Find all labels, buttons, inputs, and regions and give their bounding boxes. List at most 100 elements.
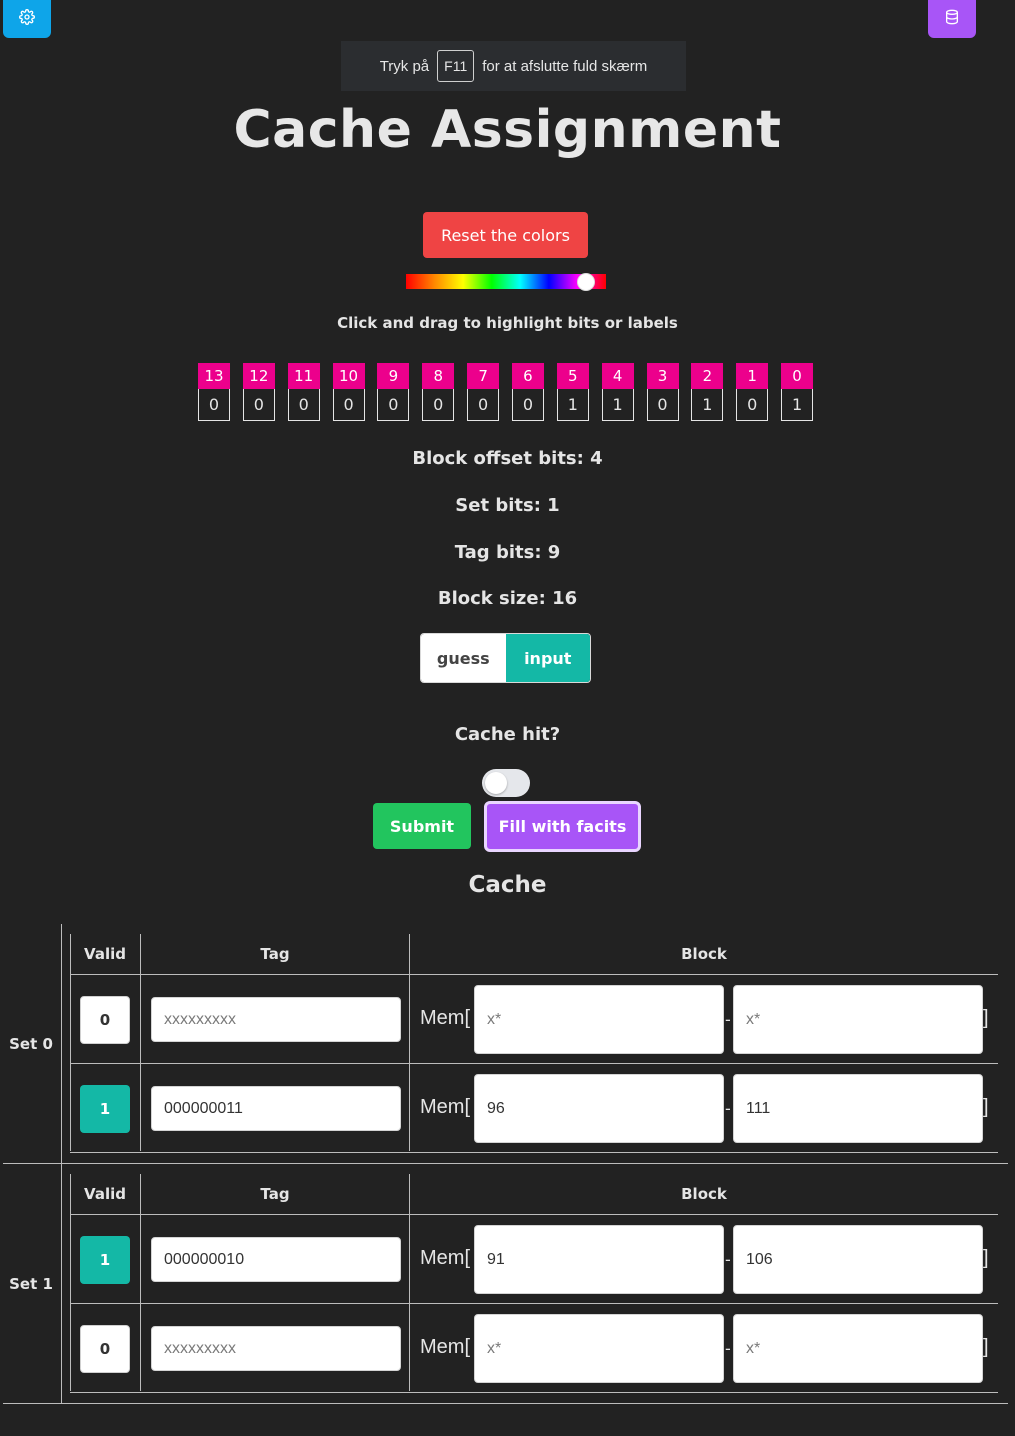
hue-slider-thumb[interactable] xyxy=(577,273,595,291)
block-start-input[interactable] xyxy=(474,985,724,1054)
table-bottom xyxy=(3,1403,1008,1404)
cache-hit-toggle[interactable] xyxy=(482,769,530,797)
row-divider xyxy=(70,1392,998,1393)
bit-index-label[interactable]: 8 xyxy=(422,363,455,389)
bit-index-label[interactable]: 6 xyxy=(511,363,544,389)
fullscreen-notice: Tryk på F11 for at afslutte fuld skærm xyxy=(341,41,686,91)
column-divider xyxy=(409,1174,410,1391)
bit-column[interactable]: 21 xyxy=(691,363,724,421)
bit-column[interactable]: 60 xyxy=(511,363,544,421)
block-end-input[interactable] xyxy=(733,985,983,1054)
block-end-input[interactable] xyxy=(733,1314,983,1383)
bit-index-label[interactable]: 12 xyxy=(242,363,275,389)
bit-value[interactable]: 0 xyxy=(198,389,230,421)
block-start-input[interactable] xyxy=(474,1225,724,1294)
bit-value[interactable]: 1 xyxy=(781,389,814,421)
mode-toggle: guess input xyxy=(420,633,591,683)
reset-colors-button[interactable]: Reset the colors xyxy=(423,212,588,258)
bit-column[interactable]: 12 0 xyxy=(242,363,275,421)
column-divider xyxy=(70,1174,71,1391)
block-start-input[interactable] xyxy=(474,1314,724,1383)
mem-suffix: ] xyxy=(983,1336,989,1358)
bit-index-label[interactable]: 0 xyxy=(781,363,814,389)
bit-column[interactable]: 80 xyxy=(422,363,455,421)
submit-button[interactable]: Submit xyxy=(373,803,471,849)
set-label: Set 0 xyxy=(9,1035,53,1053)
mem-dash: - xyxy=(725,1250,731,1269)
row-divider xyxy=(70,1152,998,1153)
valid-bit-button[interactable]: 1 xyxy=(80,1236,130,1284)
block-offset-bits: Block offset bits: 4 xyxy=(412,448,603,469)
gear-icon xyxy=(19,9,35,29)
bit-value[interactable]: 1 xyxy=(601,389,634,421)
tag-input[interactable] xyxy=(151,1237,401,1282)
hue-slider[interactable] xyxy=(406,273,606,291)
bit-index-label[interactable]: 13 xyxy=(198,363,230,389)
bit-column[interactable]: 11 0 xyxy=(287,363,320,421)
bit-column[interactable]: 30 xyxy=(646,363,679,421)
mem-suffix: ] xyxy=(983,1247,989,1269)
f11-key: F11 xyxy=(437,50,475,82)
settings-button[interactable] xyxy=(3,0,51,38)
bit-value[interactable]: 0 xyxy=(287,389,320,421)
bit-column[interactable]: 10 0 xyxy=(332,363,365,421)
bit-value[interactable]: 0 xyxy=(646,389,679,421)
bit-index-label[interactable]: 5 xyxy=(556,363,589,389)
bit-column[interactable]: 10 xyxy=(736,363,769,421)
mode-guess-button[interactable]: guess xyxy=(421,634,506,682)
bit-value[interactable]: 0 xyxy=(377,389,410,421)
mem-prefix: Mem[ xyxy=(420,1007,470,1029)
cache-title: Cache xyxy=(468,872,547,898)
bit-column[interactable]: 70 xyxy=(467,363,500,421)
tag-input[interactable] xyxy=(151,1086,401,1131)
bit-column[interactable]: 01 xyxy=(781,363,814,421)
bit-column[interactable]: 41 xyxy=(601,363,634,421)
block-start-input[interactable] xyxy=(474,1074,724,1143)
row-divider xyxy=(70,1063,998,1064)
bit-index-label[interactable]: 2 xyxy=(691,363,724,389)
bit-column[interactable]: 13 0 xyxy=(198,363,230,421)
row-divider xyxy=(70,1303,998,1304)
bit-value[interactable]: 0 xyxy=(467,389,500,421)
bit-value[interactable]: 0 xyxy=(736,389,769,421)
database-icon xyxy=(944,9,960,29)
bit-index-label[interactable]: 9 xyxy=(377,363,410,389)
valid-bit-button[interactable]: 0 xyxy=(80,996,130,1044)
bit-index-label[interactable]: 7 xyxy=(467,363,500,389)
bit-value[interactable]: 0 xyxy=(422,389,455,421)
block-header: Block xyxy=(681,945,727,963)
block-end-input[interactable] xyxy=(733,1074,983,1143)
bit-index-label[interactable]: 1 xyxy=(736,363,769,389)
header-divider xyxy=(70,1214,998,1215)
block-end-input[interactable] xyxy=(733,1225,983,1294)
mem-prefix: Mem[ xyxy=(420,1336,470,1358)
fill-facits-button[interactable]: Fill with facits xyxy=(484,801,641,852)
bit-value[interactable]: 1 xyxy=(691,389,724,421)
bit-index-label[interactable]: 11 xyxy=(287,363,320,389)
database-button[interactable] xyxy=(928,0,976,38)
fullscreen-notice-before: Tryk på xyxy=(379,57,430,75)
mem-dash: - xyxy=(725,1010,731,1029)
tag-header: Tag xyxy=(260,1185,290,1203)
tag-bits: Tag bits: 9 xyxy=(454,542,561,563)
bit-column[interactable]: 51 xyxy=(556,363,589,421)
page-title: Cache Assignment xyxy=(233,100,782,160)
valid-bit-button[interactable]: 1 xyxy=(80,1085,130,1133)
tag-input[interactable] xyxy=(151,1326,401,1371)
bit-value[interactable]: 0 xyxy=(242,389,275,421)
mode-input-button[interactable]: input xyxy=(505,634,590,682)
bit-column[interactable]: 90 xyxy=(377,363,410,421)
column-divider xyxy=(70,934,71,1151)
bit-index-label[interactable]: 4 xyxy=(601,363,634,389)
bit-index-label[interactable]: 3 xyxy=(646,363,679,389)
valid-header: Valid xyxy=(84,945,126,963)
bit-index-label[interactable]: 10 xyxy=(332,363,365,389)
bit-value[interactable]: 1 xyxy=(556,389,589,421)
bit-value[interactable]: 0 xyxy=(511,389,544,421)
tag-input[interactable] xyxy=(151,997,401,1042)
block-header: Block xyxy=(681,1185,727,1203)
block-size: Block size: 16 xyxy=(437,588,578,609)
valid-bit-button[interactable]: 0 xyxy=(80,1325,130,1373)
mem-suffix: ] xyxy=(983,1096,989,1118)
bit-value[interactable]: 0 xyxy=(332,389,365,421)
